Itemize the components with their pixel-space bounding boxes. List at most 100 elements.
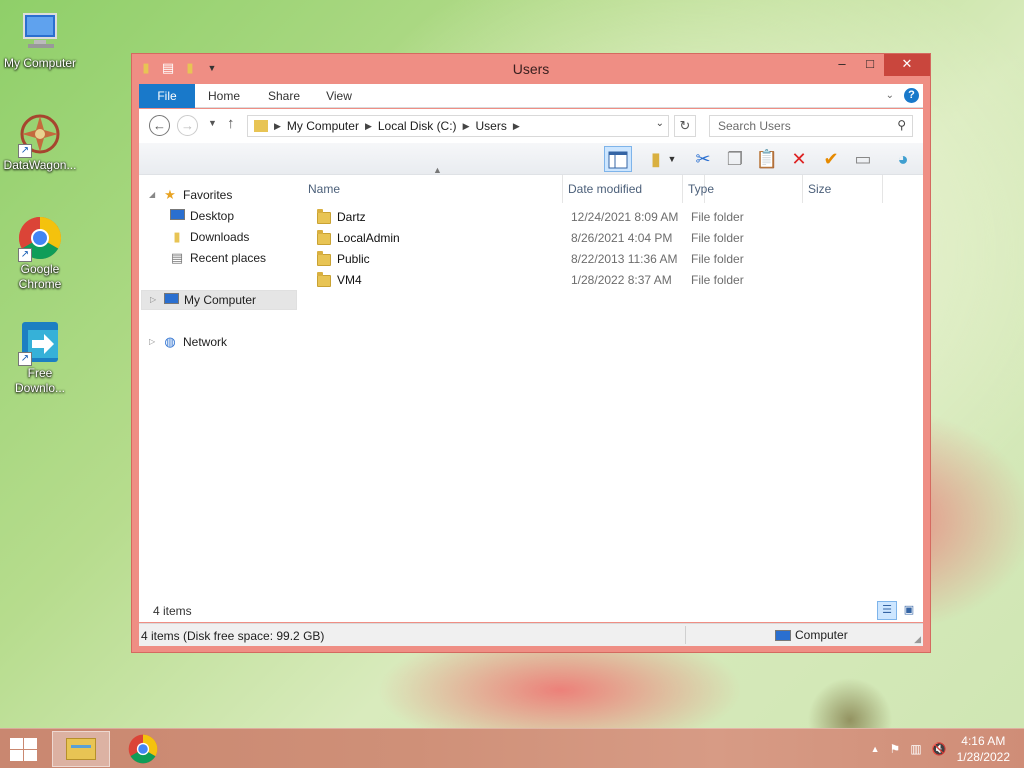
desktop-icon-free-download[interactable]: ↗ Free Downlo... (0, 320, 80, 396)
tab-home[interactable]: Home (199, 84, 249, 108)
expand-icon[interactable]: ▷ (149, 332, 157, 352)
file-row[interactable]: VM4 1/28/2022 8:37 AM File folder (305, 270, 905, 291)
taskbar-chrome[interactable] (114, 731, 172, 767)
nav-downloads-label: Downloads (190, 230, 250, 244)
ribbon-tabs: File Home Share View ⌄ ? (139, 84, 923, 108)
show-hidden-icons-icon[interactable]: ▲ (871, 744, 880, 754)
item-count: 4 items (153, 604, 192, 618)
breadcrumb-my-computer[interactable]: My Computer (283, 119, 363, 133)
copy-icon[interactable]: ❐ (721, 146, 749, 172)
desktop-icon-my-computer[interactable]: My Computer (0, 10, 80, 71)
resize-grip-icon[interactable]: ◢ (914, 634, 921, 645)
help-icon[interactable]: ? (904, 88, 919, 103)
desktop-icon-label: Free Downlo... (14, 366, 66, 395)
breadcrumb-local-disk[interactable]: Local Disk (C:) (374, 119, 461, 133)
command-toolbar: ▮ ▼ ✂ ❐ 📋 ✕ ✔ ▭ ◕ (139, 143, 923, 175)
minimize-button[interactable]: – (828, 54, 856, 76)
tab-share[interactable]: Share (259, 84, 309, 108)
start-button[interactable] (8, 737, 38, 761)
back-button[interactable]: ← (149, 115, 170, 136)
tab-view[interactable]: View (314, 84, 364, 108)
recent-locations-icon[interactable]: ▼ (208, 118, 217, 128)
file-type: File folder (691, 210, 744, 224)
chrome-icon: ↗ (18, 216, 62, 262)
cut-icon[interactable]: ✂ (689, 146, 717, 172)
title-bar[interactable]: ▮ ▤ ▮ ▼ Users – □ ✕ (132, 54, 930, 84)
address-bar[interactable]: ▶ My Computer ▶ Local Disk (C:) ▶ Users … (247, 115, 669, 137)
expand-icon[interactable]: ▷ (150, 290, 158, 310)
file-list: Name ▲ Date modified Type Size Dartz 12/… (303, 165, 923, 622)
explorer-window: ▮ ▤ ▮ ▼ Users – □ ✕ File Home Share View… (131, 53, 931, 653)
nav-network[interactable]: ▷ ◍ Network (149, 332, 227, 352)
clock-date: 1/28/2022 (956, 750, 1010, 764)
computer-icon (775, 629, 791, 641)
file-name: Dartz (337, 210, 366, 224)
globe-icon[interactable]: ◕ (889, 146, 917, 172)
desktop-icon-label: Google Chrome (18, 262, 62, 291)
column-header-type[interactable]: Type (683, 175, 803, 203)
preview-pane-button[interactable] (604, 146, 632, 172)
system-tray: ▲ ⚑ ▥ 🔇 4:16 AM 1/28/2022 (871, 729, 1010, 768)
large-icons-view-icon[interactable]: ▣ (899, 601, 919, 620)
chevron-right-icon[interactable]: ▶ (461, 121, 472, 132)
desktop-icon-datawagon[interactable]: ↗ DataWagon... (0, 112, 80, 173)
volume-muted-icon[interactable]: 🔇 (932, 742, 947, 756)
nav-downloads[interactable]: ▮ Downloads (169, 227, 249, 247)
file-explorer-icon (66, 738, 96, 760)
chrome-icon (128, 734, 158, 764)
network-icon: ◍ (164, 334, 176, 349)
action-center-flag-icon[interactable]: ⚑ (890, 742, 901, 756)
clock[interactable]: 4:16 AM 1/28/2022 (957, 733, 1010, 765)
expand-ribbon-icon[interactable]: ⌄ (886, 90, 894, 101)
nav-my-computer-label: My Computer (184, 293, 257, 307)
taskbar-file-explorer[interactable] (52, 731, 110, 767)
file-row[interactable]: Public 8/22/2013 11:36 AM File folder (305, 249, 905, 270)
chevron-right-icon[interactable]: ▶ (363, 121, 374, 132)
search-input[interactable]: Search Users ⚲ (709, 115, 913, 137)
up-button[interactable]: ↑ (227, 115, 235, 132)
details-view-icon[interactable]: ☰ (877, 601, 897, 620)
dropdown-icon[interactable]: ▼ (665, 146, 679, 172)
file-date: 1/28/2022 8:37 AM (571, 273, 672, 287)
file-row[interactable]: LocalAdmin 8/26/2021 4:04 PM File folder (305, 228, 905, 249)
file-type: File folder (691, 273, 744, 287)
nav-network-label: Network (183, 335, 228, 349)
checkmark-icon[interactable]: ✔ (817, 146, 845, 172)
folder-icon (317, 271, 331, 287)
chevron-right-icon[interactable]: ▶ (511, 121, 522, 132)
rename-icon[interactable]: ▭ (849, 146, 877, 172)
shortcut-arrow-icon: ↗ (18, 144, 32, 158)
chevron-down-icon[interactable]: ⌄ (656, 118, 664, 129)
column-header-name[interactable]: Name (303, 175, 563, 203)
desktop-icon-label: DataWagon... (3, 158, 77, 172)
tab-file[interactable]: File (139, 84, 195, 108)
status-bar: 4 items (Disk free space: 99.2 GB) Compu… (139, 623, 923, 646)
close-button[interactable]: ✕ (884, 54, 930, 76)
column-header-size[interactable]: Size (803, 175, 883, 203)
nav-favorites[interactable]: ◢ ★ Favorites (149, 185, 232, 205)
breadcrumb-users[interactable]: Users (471, 119, 510, 133)
search-icon: ⚲ (897, 118, 906, 132)
nav-my-computer[interactable]: ▷ My Computer (141, 290, 297, 310)
forward-button[interactable]: → (177, 115, 198, 136)
desktop-icon-google-chrome[interactable]: ↗ Google Chrome (0, 216, 80, 292)
network-status-icon[interactable]: ▥ (910, 742, 921, 756)
star-icon: ★ (164, 187, 176, 202)
refresh-button[interactable]: ↻ (674, 115, 696, 137)
chevron-right-icon[interactable]: ▶ (272, 121, 283, 132)
taskbar: ▲ ⚑ ▥ 🔇 4:16 AM 1/28/2022 (0, 728, 1024, 768)
content-area: ◢ ★ Favorites Desktop ▮ Downloads ▤ Rece… (139, 165, 923, 622)
file-date: 12/24/2021 8:09 AM (571, 210, 679, 224)
nav-favorites-label: Favorites (183, 188, 233, 202)
expand-icon[interactable]: ◢ (149, 185, 157, 205)
file-row[interactable]: Dartz 12/24/2021 8:09 AM File folder (305, 207, 905, 228)
file-name: VM4 (337, 273, 362, 287)
delete-icon[interactable]: ✕ (785, 146, 813, 172)
column-header-date-modified[interactable]: Date modified (563, 175, 683, 203)
paste-icon[interactable]: 📋 (753, 146, 781, 172)
search-placeholder: Search Users (718, 119, 791, 133)
maximize-button[interactable]: □ (856, 54, 884, 76)
nav-desktop[interactable]: Desktop (169, 206, 234, 226)
file-name: Public (337, 252, 370, 266)
nav-recent-places[interactable]: ▤ Recent places (169, 248, 266, 268)
